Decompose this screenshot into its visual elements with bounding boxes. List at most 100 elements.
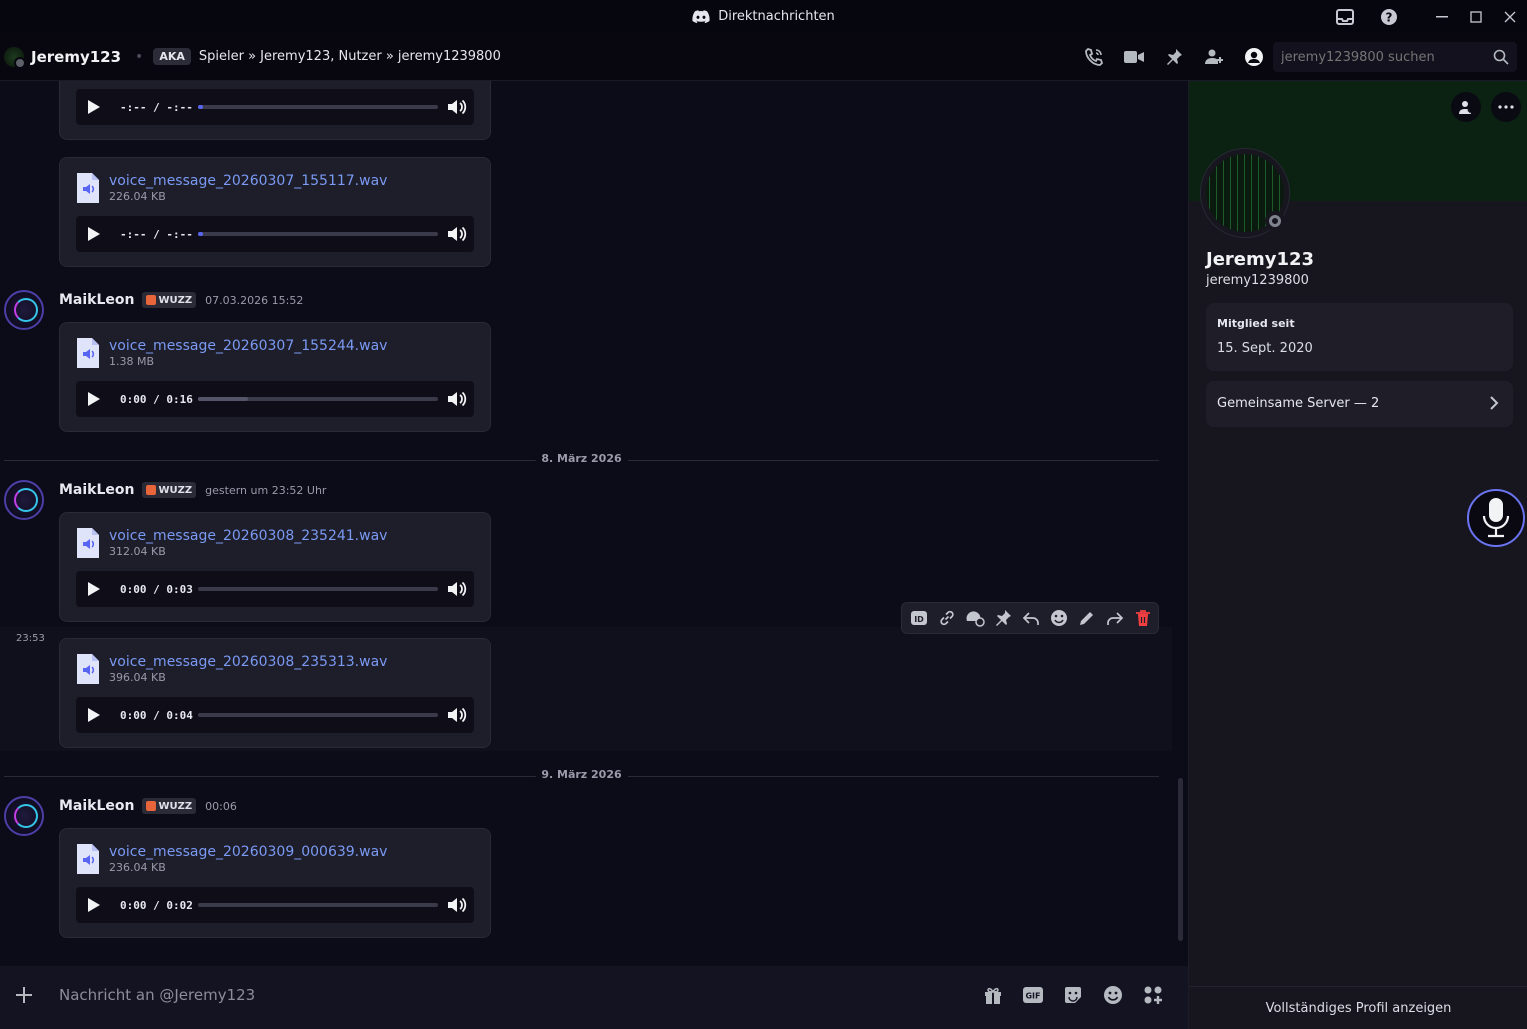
voice-call-icon[interactable] xyxy=(1083,46,1105,68)
friend-status-icon[interactable] xyxy=(1451,92,1481,122)
flame-icon xyxy=(145,295,156,305)
video-call-icon[interactable] xyxy=(1123,46,1145,68)
member-since-date: 15. Sept. 2020 xyxy=(1217,341,1313,356)
message-timestamp: gestern um 23:52 Uhr xyxy=(205,483,327,497)
author-avatar[interactable] xyxy=(4,796,44,836)
play-icon[interactable] xyxy=(76,887,112,923)
audio-progress[interactable] xyxy=(198,903,438,907)
profile-panel: Jeremy123 jeremy1239800 Mitglied seit 15… xyxy=(1188,81,1527,1029)
add-friends-icon[interactable] xyxy=(1203,46,1225,68)
more-options-icon[interactable] xyxy=(1491,92,1521,122)
volume-icon[interactable] xyxy=(446,578,468,604)
header-username[interactable]: Jeremy123 xyxy=(31,48,121,66)
message-list[interactable]: -:-- / -:-- voice_message_20260307_15511… xyxy=(0,81,1188,966)
file-link[interactable]: voice_message_20260308_235241.wav xyxy=(109,527,387,545)
gift-icon[interactable] xyxy=(982,984,1004,1006)
file-size: 312.04 KB xyxy=(109,545,166,558)
profile-username[interactable]: jeremy1239800 xyxy=(1206,273,1309,288)
search-input[interactable] xyxy=(1281,49,1491,65)
file-size: 236.04 KB xyxy=(109,861,166,874)
volume-icon[interactable] xyxy=(446,388,468,414)
play-icon[interactable] xyxy=(76,571,112,607)
file-size: 226.04 KB xyxy=(109,190,166,203)
upload-plus-icon[interactable] xyxy=(12,983,36,1007)
pinned-messages-icon[interactable] xyxy=(1163,46,1185,68)
author-name[interactable]: MaikLeon xyxy=(59,292,135,308)
play-icon[interactable] xyxy=(76,216,112,252)
file-link[interactable]: voice_message_20260307_155244.wav xyxy=(109,337,387,355)
maximize-icon[interactable] xyxy=(1459,0,1493,33)
minimize-icon[interactable] xyxy=(1425,0,1459,33)
mutual-servers-button[interactable]: Gemeinsame Server — 2 xyxy=(1206,381,1513,427)
audio-time: 0:00 / 0:03 xyxy=(120,582,193,596)
volume-icon[interactable] xyxy=(446,96,468,122)
message-header: MaikLeon WUZZ 07.03.2026 15:52 xyxy=(59,292,303,308)
voice-attachment: voice_message_20260309_000639.wav 236.04… xyxy=(59,828,491,938)
audio-player: 0:00 / 0:03 xyxy=(76,571,474,607)
author-avatar[interactable] xyxy=(4,290,44,330)
header-avatar[interactable] xyxy=(4,46,26,69)
audio-progress[interactable] xyxy=(198,397,438,401)
search-box[interactable] xyxy=(1273,42,1517,72)
chat-scrollbar-thumb[interactable] xyxy=(1178,778,1183,941)
audio-file-icon xyxy=(77,528,99,558)
search-icon xyxy=(1493,49,1509,69)
message-input[interactable] xyxy=(59,982,959,1008)
audio-progress[interactable] xyxy=(198,587,438,591)
server-tag[interactable]: WUZZ xyxy=(141,482,197,498)
svg-text:ID: ID xyxy=(914,615,924,624)
audio-progress[interactable] xyxy=(198,713,438,717)
audio-player: -:-- / -:-- xyxy=(76,216,474,252)
copy-id-icon[interactable]: ID xyxy=(907,606,931,630)
sticker-icon[interactable] xyxy=(1062,984,1084,1006)
chat-scrollbar[interactable] xyxy=(1176,81,1184,966)
dm-header: Jeremy123 • AKA Spieler » Jeremy123, Nut… xyxy=(0,33,1527,81)
volume-icon[interactable] xyxy=(446,223,468,249)
server-tag[interactable]: WUZZ xyxy=(141,798,197,814)
member-since-label: Mitglied seit xyxy=(1217,317,1295,330)
audio-time: 0:00 / 0:04 xyxy=(120,708,193,722)
emoji-icon[interactable] xyxy=(1047,606,1071,630)
voice-attachment: -:-- / -:-- xyxy=(59,81,491,140)
pin-icon[interactable] xyxy=(991,606,1015,630)
view-full-profile-link[interactable]: Vollständiges Profil anzeigen xyxy=(1189,986,1527,1029)
discord-logo-icon xyxy=(692,9,710,23)
help-icon[interactable]: ? xyxy=(1371,0,1407,33)
svg-text:GIF: GIF xyxy=(1025,992,1040,1001)
server-tag-label: WUZZ xyxy=(158,484,193,496)
emoji-picker-icon[interactable] xyxy=(1102,984,1124,1006)
play-icon[interactable] xyxy=(76,89,112,125)
close-icon[interactable] xyxy=(1493,0,1527,33)
microphone-icon[interactable] xyxy=(1467,489,1525,547)
play-icon[interactable] xyxy=(76,381,112,417)
file-link[interactable]: voice_message_20260308_235313.wav xyxy=(109,653,387,671)
audio-progress[interactable] xyxy=(198,232,438,236)
audio-time: -:-- / -:-- xyxy=(120,227,193,241)
volume-icon[interactable] xyxy=(446,704,468,730)
author-avatar[interactable] xyxy=(4,480,44,520)
audio-file-icon xyxy=(77,654,99,684)
gif-icon[interactable]: GIF xyxy=(1022,984,1044,1006)
inbox-icon[interactable] xyxy=(1327,0,1363,33)
volume-icon[interactable] xyxy=(446,894,468,920)
user-profile-icon[interactable] xyxy=(1243,46,1265,68)
edit-icon[interactable] xyxy=(1075,606,1099,630)
message-timestamp: 07.03.2026 15:52 xyxy=(205,293,304,307)
voice-attachment: voice_message_20260307_155244.wav 1.38 M… xyxy=(59,322,491,432)
copy-link-icon[interactable] xyxy=(935,606,959,630)
file-link[interactable]: voice_message_20260307_155117.wav xyxy=(109,172,387,190)
audio-time: 0:00 / 0:16 xyxy=(120,392,193,406)
author-name[interactable]: MaikLeon xyxy=(59,482,135,498)
aka-names: Spieler » Jeremy123, Nutzer » jeremy1239… xyxy=(198,49,501,64)
forward-icon[interactable] xyxy=(1103,606,1127,630)
delete-icon[interactable] xyxy=(1131,606,1155,630)
audio-player: 0:00 / 0:16 xyxy=(76,381,474,417)
apps-icon[interactable] xyxy=(1142,984,1164,1006)
reply-icon[interactable] xyxy=(1019,606,1043,630)
add-reaction-icon[interactable] xyxy=(963,606,987,630)
play-icon[interactable] xyxy=(76,697,112,733)
server-tag[interactable]: WUZZ xyxy=(141,292,197,308)
file-link[interactable]: voice_message_20260309_000639.wav xyxy=(109,843,387,861)
audio-progress[interactable] xyxy=(198,105,438,109)
author-name[interactable]: MaikLeon xyxy=(59,798,135,814)
